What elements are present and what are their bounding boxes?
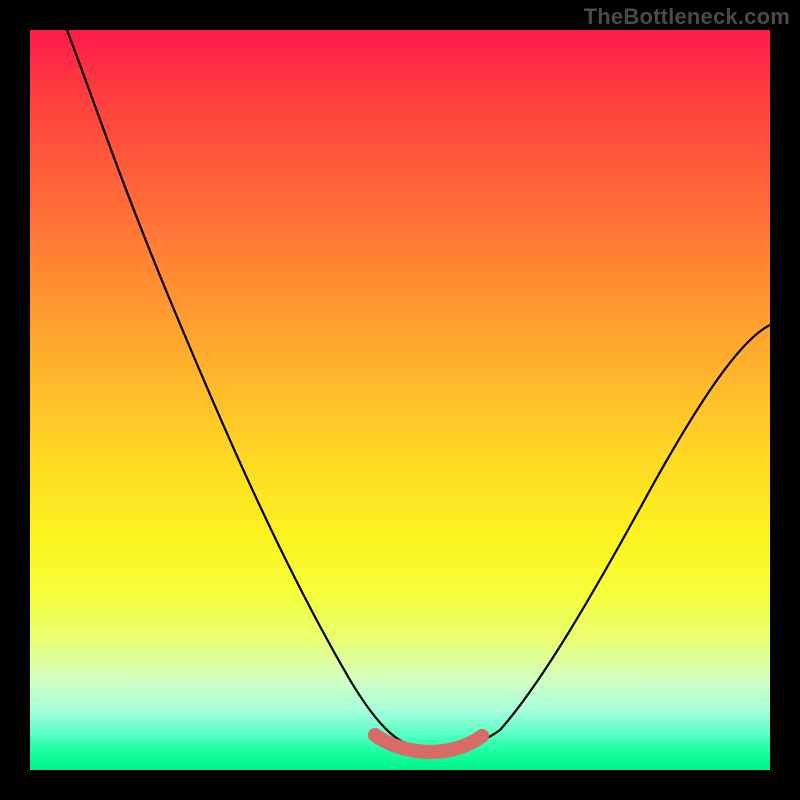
watermark-text: TheBottleneck.com: [584, 4, 790, 30]
optimal-band-end-left: [368, 728, 382, 742]
chart-frame: TheBottleneck.com: [0, 0, 800, 800]
optimal-band: [375, 735, 482, 752]
optimal-band-end-right: [475, 729, 489, 743]
bottleneck-curve: [67, 30, 770, 750]
bottleneck-curve-svg: [30, 30, 770, 770]
plot-area: [30, 30, 770, 770]
